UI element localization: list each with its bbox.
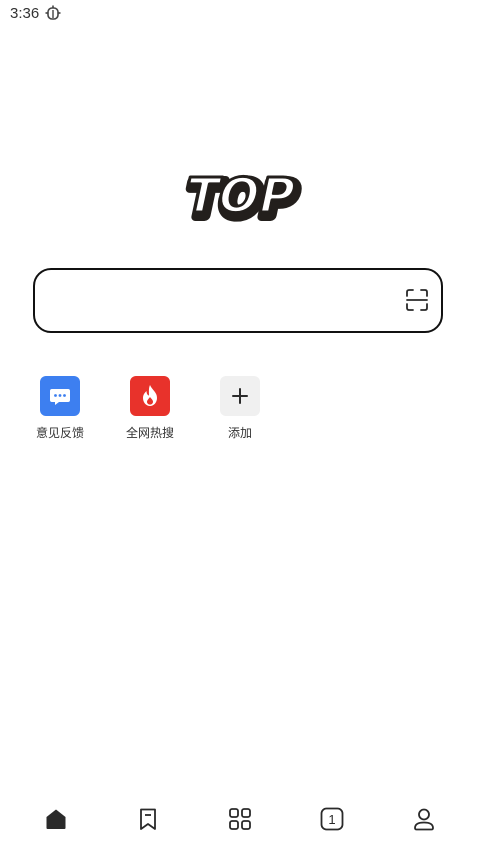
bottom-tab-bar: 1: [0, 796, 480, 853]
scan-icon[interactable]: [403, 286, 431, 314]
flame-icon: [130, 376, 170, 416]
apps-grid-icon[interactable]: [220, 806, 260, 842]
plus-icon: [220, 376, 260, 416]
shortcut-feedback[interactable]: 意见反馈: [20, 376, 100, 446]
status-bar: 3:36: [0, 0, 480, 28]
tab-count: 1: [328, 812, 335, 827]
shortcut-label: 意见反馈: [35, 426, 84, 440]
app-logo: TOP TOP: [178, 164, 302, 234]
bug-icon: [44, 4, 62, 22]
shortcut-trending[interactable]: 全网热搜: [110, 376, 190, 446]
tabs-icon[interactable]: 1: [312, 806, 352, 842]
shortcut-label: 全网热搜: [125, 426, 174, 440]
chat-bubble-icon: [40, 376, 80, 416]
search-input[interactable]: [53, 284, 397, 320]
bookmark-icon[interactable]: [128, 806, 168, 842]
search-box[interactable]: [33, 268, 443, 333]
shortcut-grid: 意见反馈 全网热搜 添加: [0, 376, 480, 446]
shortcut-add[interactable]: 添加: [200, 376, 280, 446]
logo-text: TOP: [180, 168, 300, 223]
shortcut-label: 添加: [227, 426, 252, 440]
profile-icon[interactable]: [404, 806, 444, 842]
status-time: 3:36: [10, 5, 40, 22]
home-icon[interactable]: [36, 806, 76, 842]
